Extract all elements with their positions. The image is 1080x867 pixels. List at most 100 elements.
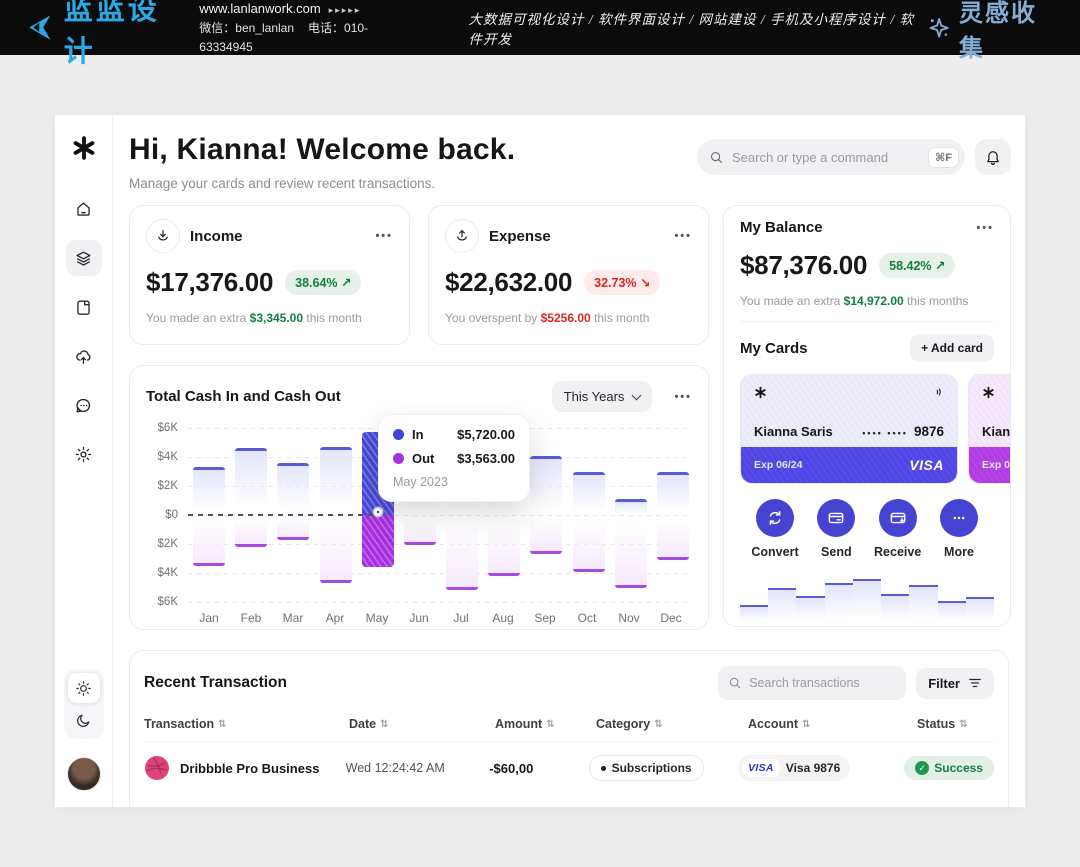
table-header: Transaction⇅Date⇅Amount⇅Category⇅Account… <box>144 717 994 742</box>
sidebar-item-layers[interactable] <box>66 240 102 276</box>
mini-bar-22[interactable] <box>825 583 853 623</box>
notifications-button[interactable] <box>975 139 1011 175</box>
page: 蓝蓝设计 www.lanlanwork.com▸▸▸▸▸ 微信：ben_lanl… <box>0 0 1080 867</box>
app-logo-icon <box>71 135 97 161</box>
income-note: You made an extra $3,345.00 this month <box>146 311 393 325</box>
bar-in-Sep[interactable] <box>530 456 562 515</box>
account-badge: VISAVisa 9876 <box>738 755 850 781</box>
sort-icon: ⇅ <box>654 719 662 730</box>
global-search-input[interactable] <box>732 150 920 165</box>
filter-icon <box>968 677 982 689</box>
check-icon: ✓ <box>915 761 929 775</box>
chart-tooltip: In$5,720.00 Out$3,563.00 May 2023 <box>378 414 530 502</box>
sidebar-item-home[interactable] <box>66 191 102 227</box>
expense-menu-button[interactable]: ••• <box>674 230 692 242</box>
x-tick: Jun <box>398 611 440 625</box>
mini-bar-25[interactable] <box>909 585 937 623</box>
bar-out-May[interactable] <box>362 515 394 567</box>
layers-icon <box>74 249 93 268</box>
bar-out-Jul[interactable] <box>446 515 478 590</box>
cloud-upload-icon <box>74 347 93 366</box>
transactions-search[interactable] <box>718 666 906 700</box>
out-legend-dot <box>393 453 404 464</box>
theme-dark-button[interactable] <box>68 705 100 735</box>
chart-menu-button[interactable]: ••• <box>674 391 692 403</box>
global-search[interactable]: ⌘F <box>697 139 965 175</box>
column-header-account[interactable]: Account⇅ <box>748 717 917 731</box>
more-button[interactable]: More <box>930 499 988 559</box>
sidebar-item-messages[interactable] <box>66 387 102 423</box>
convert-button[interactable]: Convert <box>746 499 804 559</box>
bar-out-Mar[interactable] <box>277 515 309 540</box>
expense-icon <box>445 219 479 253</box>
my-cards-label: My Cards <box>740 340 808 357</box>
credit-card[interactable]: Kianna Saris •••• •••• 9876 Exp 06/24 VI… <box>740 374 958 484</box>
x-tick: Aug <box>482 611 524 625</box>
column-header-amount[interactable]: Amount⇅ <box>495 717 596 731</box>
mini-bar-21[interactable] <box>796 596 824 623</box>
bar-out-Jan[interactable] <box>193 515 225 566</box>
y-tick: $2K <box>158 538 178 550</box>
dashboard: Hi, Kianna! Welcome back. Manage your ca… <box>55 115 1025 807</box>
status-badge: ✓Success <box>904 756 994 780</box>
bar-out-Dec[interactable] <box>657 515 689 560</box>
bar-out-Sep[interactable] <box>530 515 562 554</box>
banner-arrows: ▸▸▸▸▸ <box>329 5 362 15</box>
y-tick: $4K <box>158 567 178 579</box>
bar-out-Nov[interactable] <box>615 515 647 588</box>
bar-in-Jan[interactable] <box>193 467 225 515</box>
credit-card-next[interactable]: Kianna Exp 06/2 <box>968 374 1010 484</box>
bar-in-Apr[interactable] <box>320 447 352 515</box>
expense-card: Expense ••• $22,632.00 32.73% ↘ You over… <box>428 205 709 345</box>
income-label: Income <box>190 228 243 245</box>
sidebar-item-documents[interactable] <box>66 289 102 325</box>
promo-banner: 蓝蓝设计 www.lanlanwork.com▸▸▸▸▸ 微信：ben_lanl… <box>0 0 1080 55</box>
transaction-row[interactable]: Dribbble Pro BusinessWed 12:24:42 AM-$60… <box>144 742 994 794</box>
bar-out-Aug[interactable] <box>488 515 520 576</box>
sort-icon: ⇅ <box>959 719 967 730</box>
income-menu-button[interactable]: ••• <box>375 230 393 242</box>
bar-in-Dec[interactable] <box>657 472 689 516</box>
banner-collect-label: 灵感收集 <box>959 0 1056 63</box>
bar-in-Feb[interactable] <box>235 448 267 515</box>
mini-bar-19[interactable] <box>740 605 768 623</box>
balance-menu-button[interactable]: ••• <box>976 222 994 234</box>
lanlan-logo-icon <box>24 11 56 45</box>
user-avatar[interactable] <box>67 757 101 791</box>
column-header-status[interactable]: Status⇅ <box>917 717 994 731</box>
bar-in-Mar[interactable] <box>277 463 309 515</box>
filter-button[interactable]: Filter <box>916 668 994 699</box>
card-expiry: Exp 06/2 <box>982 459 1010 471</box>
bar-in-Oct[interactable] <box>573 472 605 516</box>
column-header-date[interactable]: Date⇅ <box>349 717 495 731</box>
sidebar-item-settings[interactable] <box>66 436 102 472</box>
sort-icon: ⇅ <box>380 719 388 730</box>
receive-button[interactable]: Receive <box>869 499 927 559</box>
bell-icon <box>984 148 1002 166</box>
mini-bar-27[interactable] <box>966 597 994 623</box>
bar-out-Oct[interactable] <box>573 515 605 572</box>
bar-out-Feb[interactable] <box>235 515 267 547</box>
theme-light-button[interactable] <box>68 673 100 703</box>
mini-bar-23[interactable] <box>853 579 881 623</box>
dribbble-icon <box>144 755 170 781</box>
mini-bar-24[interactable] <box>881 594 909 623</box>
transactions-search-input[interactable] <box>749 676 896 690</box>
bullet-icon <box>601 766 606 771</box>
bar-in-Nov[interactable] <box>615 499 647 515</box>
x-tick: Mar <box>272 611 314 625</box>
mini-bar-26[interactable] <box>938 601 966 623</box>
mini-bar-20[interactable] <box>768 588 796 623</box>
banner-website: www.lanlanwork.com <box>199 1 320 16</box>
y-tick: $6K <box>158 596 178 608</box>
period-selector[interactable]: This Years <box>552 381 653 412</box>
column-header-transaction[interactable]: Transaction⇅ <box>144 717 349 731</box>
cards-carousel[interactable]: Kianna Saris •••• •••• 9876 Exp 06/24 VI… <box>740 374 1010 484</box>
send-button[interactable]: Send <box>807 499 865 559</box>
bar-out-Jun[interactable] <box>404 515 436 545</box>
column-header-category[interactable]: Category⇅ <box>596 717 748 731</box>
action-label: Send <box>821 545 852 559</box>
add-card-button[interactable]: + Add card <box>910 334 994 362</box>
sidebar-item-cloud-upload[interactable] <box>66 338 102 374</box>
bar-out-Apr[interactable] <box>320 515 352 583</box>
